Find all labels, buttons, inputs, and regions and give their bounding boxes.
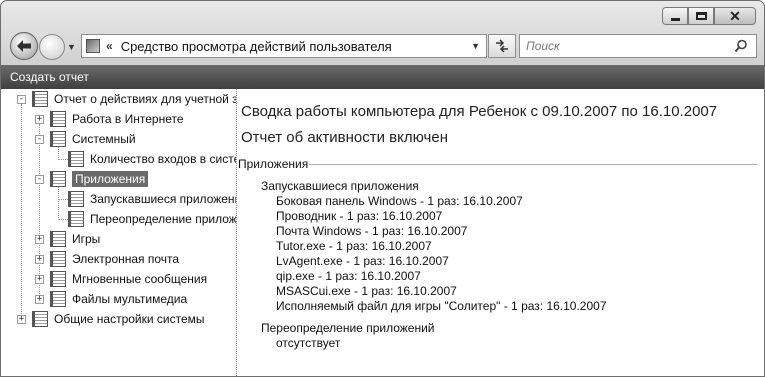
control-panel-icon [86,39,100,53]
activity-status: Отчет об активности включен [241,129,448,146]
expand-icon[interactable]: + [35,254,44,264]
app-overrides-value: отсутствует [276,336,341,350]
maximize-button[interactable] [688,7,714,25]
search-icon[interactable] [734,39,748,53]
minimize-button[interactable] [662,7,688,25]
section-divider [309,164,757,165]
report-toolbar: Создать отчет [1,65,764,89]
expand-icon[interactable]: + [35,234,44,244]
tree-node-launched-apps[interactable]: Запускавшиеся приложения [68,189,236,209]
back-arrow-icon [17,40,31,52]
refresh-icon [496,39,508,53]
tree-node-instant-messages[interactable]: + Мгновенные сообщения [35,269,207,289]
report-icon [68,191,84,207]
list-item: MSASCui.exe - 1 раз: 16.10.2007 [276,284,457,298]
list-item: Боковая панель Windows - 1 раз: 16.10.20… [276,194,523,208]
tree-node-label[interactable]: Запускавшиеся приложения [90,192,236,206]
address-chevron[interactable]: « [106,39,113,53]
list-item: LvAgent.exe - 1 раз: 16.10.2007 [276,254,449,268]
tree-node-label[interactable]: Файлы мультимедиа [72,292,187,306]
tree-node-web[interactable]: + Работа в Интернете [35,109,184,129]
report-icon [50,111,66,127]
report-pane: Сводка работы компьютера для Ребенок с 0… [238,89,764,376]
tree-node-logins[interactable]: Количество входов в систему [68,149,236,169]
expand-icon[interactable]: + [35,114,44,124]
report-icon [50,171,66,187]
expand-icon[interactable]: + [17,314,26,324]
collapse-icon[interactable]: - [35,134,44,144]
refresh-button[interactable] [488,34,516,58]
list-item: Исполняемый файл для игры "Солитер" - 1 … [276,299,607,313]
tree-node-label[interactable]: Работа в Интернете [72,112,184,126]
report-icon [32,91,48,107]
tree-node-label[interactable]: Системный [72,132,136,146]
content-area: - Отчет о действиях для учетной записи +… [1,89,764,376]
close-button[interactable]: ✕ [714,7,756,25]
minimize-icon [670,17,680,21]
report-icon [50,231,66,247]
recent-pages-dropdown-icon[interactable]: ▼ [67,42,76,52]
tree-node-label-selected[interactable]: Приложения [72,171,149,187]
tree-node-label[interactable]: Общие настройки системы [54,312,205,326]
report-icon [68,211,84,227]
tree-node-applications[interactable]: - Приложения [35,169,149,189]
tree-node-app-overrides[interactable]: Переопределение приложений [68,209,236,229]
list-item: Tutor.exe - 1 раз: 16.10.2007 [276,239,432,253]
search-input[interactable] [526,36,726,56]
tree-node-label[interactable]: Электронная почта [72,252,179,266]
list-item: qip.exe - 1 раз: 16.10.2007 [276,269,421,283]
report-icon [50,291,66,307]
pane-splitter[interactable] [236,89,237,376]
forward-button[interactable] [39,34,65,60]
tree-node-account-report[interactable]: - Отчет о действиях для учетной записи [17,89,236,109]
report-icon [50,271,66,287]
tree-node-general-settings[interactable]: + Общие настройки системы [17,309,205,329]
tree-node-label[interactable]: Игры [72,232,100,246]
app-window: ✕ ▼ « Средство просмотра действий пользо… [0,0,765,377]
report-icon [68,151,84,167]
maximize-icon [695,12,707,20]
tree-node-label[interactable]: Переопределение приложений [90,212,236,226]
report-icon [32,311,48,327]
address-dropdown-icon[interactable]: ▼ [471,41,480,51]
create-report-label[interactable]: Создать отчет [10,70,89,84]
address-bar[interactable]: « Средство просмотра действий пользовате… [81,34,487,58]
report-icon [50,251,66,267]
close-icon: ✕ [729,8,741,24]
tree-node-label[interactable]: Количество входов в систему [90,152,236,166]
tree-node-label[interactable]: Отчет о действиях для учетной записи [54,92,236,106]
collapse-icon[interactable]: - [17,94,26,104]
list-item: Почта Windows - 1 раз: 16.10.2007 [276,224,468,238]
report-icon [50,131,66,147]
caption-buttons: ✕ [662,7,756,25]
app-overrides-title: Переопределение приложений [261,321,435,335]
navigation-bar: ▼ « Средство просмотра действий пользова… [1,31,764,61]
back-button[interactable] [10,32,38,60]
expand-icon[interactable]: + [35,274,44,284]
tree-node-email[interactable]: + Электронная почта [35,249,179,269]
tree-node-system[interactable]: - Системный [35,129,136,149]
tree-node-label[interactable]: Мгновенные сообщения [72,272,207,286]
tree-node-games[interactable]: + Игры [35,229,100,249]
report-tree: - Отчет о действиях для учетной записи +… [1,89,236,376]
collapse-icon[interactable]: - [35,174,44,184]
section-title: Приложения [238,157,309,171]
report-heading: Сводка работы компьютера для Ребенок с 0… [241,103,718,120]
launched-apps-title: Запускавшиеся приложения [261,179,419,193]
list-item: Проводник - 1 раз: 16.10.2007 [276,209,443,223]
search-box[interactable] [519,34,757,58]
expand-icon[interactable]: + [35,294,44,304]
tree-node-media-files[interactable]: + Файлы мультимедиа [35,289,187,309]
address-text[interactable]: Средство просмотра действий пользователя [121,39,392,54]
